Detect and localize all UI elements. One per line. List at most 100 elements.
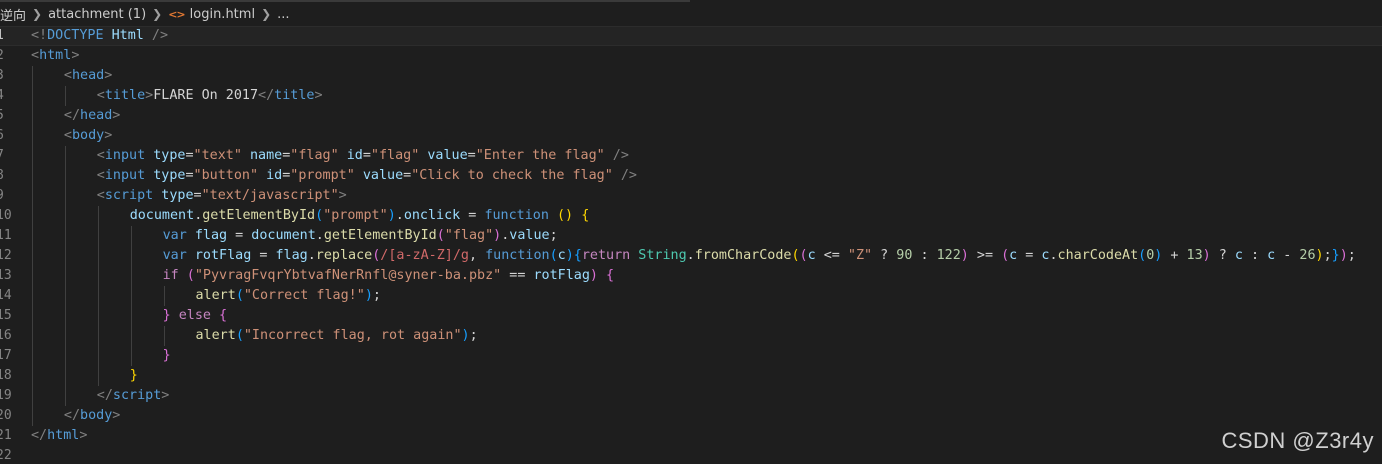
code-token: c (1009, 248, 1018, 263)
indent-guide (130, 346, 132, 366)
indent-guide (97, 326, 99, 346)
code-line[interactable]: 7<input type="text" name="flag" id="flag… (0, 146, 1382, 166)
code-token: > (112, 408, 121, 423)
line-number: 17 (0, 348, 12, 363)
code-editor[interactable]: 1<!DOCTYPE Html />2<html>3<head>4<title>… (0, 26, 1382, 464)
code-token: flag (194, 228, 228, 243)
indent-guide (64, 386, 66, 406)
indent-guide (97, 206, 99, 226)
code-token: { (573, 248, 582, 263)
code-text: <script type="text/javascript"> (97, 186, 347, 206)
code-line[interactable]: 22 (0, 446, 1382, 464)
code-token: <! (31, 28, 48, 43)
code-token: fromCharCode (694, 248, 792, 263)
code-token: = (1017, 248, 1042, 263)
code-line[interactable]: 18} (0, 366, 1382, 386)
breadcrumb-item-file[interactable]: <> login.html (168, 7, 255, 22)
code-token: "Correct flag!" (243, 288, 365, 303)
code-token: "prompt" (323, 208, 388, 223)
code-line[interactable]: 19 </script> (0, 386, 1382, 406)
code-token: "text" (193, 148, 242, 163)
indent-guide (64, 246, 66, 266)
indent-guide (32, 406, 33, 426)
code-token: script (104, 188, 162, 203)
code-text: <body> (64, 126, 112, 146)
code-token: = (185, 148, 194, 163)
code-text: var rotFlag = flag.replace(/[a-zA-Z]/g, … (163, 246, 1356, 266)
line-number: 5 (0, 106, 8, 126)
code-line[interactable]: 17} (0, 346, 1382, 366)
code-token: <= (815, 248, 848, 263)
code-token: = (460, 208, 485, 223)
indent-guide (32, 366, 33, 386)
code-token: } (162, 308, 171, 323)
indent-guide (32, 66, 33, 86)
indent-guide (64, 206, 66, 226)
breadcrumb-item-folder-root[interactable]: 逆向 (0, 5, 26, 24)
code-line[interactable]: 21 </html> (0, 426, 1382, 446)
code-text: </html> (31, 426, 87, 446)
code-token: input (104, 168, 154, 183)
code-line[interactable]: 13 if ("PyvragFvqrYbtvafNerRnfl@syner-ba.… (0, 266, 1382, 286)
code-token: getElementById (323, 228, 437, 243)
code-text: alert("Correct flag!"); (196, 286, 381, 306)
indent-guide (64, 266, 66, 286)
code-line[interactable]: 10document.getElementById("prompt").oncl… (0, 206, 1382, 226)
code-token: 26 (1299, 248, 1316, 263)
code-line[interactable]: 8<input type="button" id="prompt" value=… (0, 166, 1382, 186)
indent-guide (130, 306, 132, 326)
code-text: <input type="text" name="flag" id="flag"… (97, 146, 629, 166)
code-line[interactable]: 3 <head> (0, 66, 1382, 86)
code-token: document (251, 228, 316, 243)
code-line[interactable]: 9 <script type="text/javascript"> (0, 186, 1382, 206)
code-token: "Enter the flag" (475, 148, 605, 163)
code-line[interactable]: 2 <html> (0, 46, 1382, 66)
code-token: ; (549, 228, 558, 243)
code-token: </ (258, 88, 275, 103)
code-token: "Click to check the flag" (411, 168, 613, 183)
code-token: return (581, 248, 639, 263)
code-text: var flag = document.getElementById("flag… (163, 226, 558, 246)
code-token: 90 (896, 248, 913, 263)
code-line[interactable]: 15} else { (0, 306, 1382, 326)
indent-guide (97, 286, 99, 306)
code-line[interactable]: 4<title>FLARE On 2017</title> (0, 86, 1382, 106)
breadcrumb-item-folder-attachment[interactable]: attachment (1) (48, 7, 146, 22)
code-line[interactable]: 14 alert("Correct flag!"); (0, 286, 1382, 306)
code-line[interactable]: 11 var flag = document.getElementById("fl… (0, 226, 1382, 246)
code-token: } (162, 348, 171, 363)
indent-guide (32, 286, 33, 306)
indent-guide (64, 346, 66, 366)
code-token: c (1234, 248, 1243, 263)
breadcrumb-item-symbols[interactable]: ... (277, 7, 289, 22)
indent-guide (64, 326, 66, 346)
indent-guide (32, 146, 33, 166)
code-token: "Incorrect flag, rot again" (243, 328, 462, 343)
html-file-icon: <> (168, 7, 185, 21)
code-line[interactable]: 16 alert("Incorrect flag, rot again"); (0, 326, 1382, 346)
code-token: head (71, 68, 105, 83)
code-token: getElementById (202, 208, 316, 223)
code-token: title (274, 88, 315, 103)
code-line[interactable]: 20 </body> (0, 406, 1382, 426)
code-token: ) (565, 248, 574, 263)
code-token: > (79, 428, 88, 443)
code-token: else (170, 308, 220, 323)
code-token: , (468, 248, 486, 263)
code-token: . (686, 248, 695, 263)
code-token: Html (111, 28, 144, 43)
code-token: "flag" (370, 148, 420, 163)
code-token: = (362, 148, 371, 163)
code-line[interactable]: 5 </head> (0, 106, 1382, 126)
code-line[interactable]: 12var rotFlag = flag.replace(/[a-zA-Z]/g… (0, 246, 1382, 266)
indent-guide (32, 246, 33, 266)
code-text: } else { (163, 306, 228, 326)
code-token: ; (372, 288, 381, 303)
indent-guide (64, 366, 66, 386)
code-token: c (807, 248, 816, 263)
code-token: } (129, 368, 138, 383)
code-line[interactable]: 6 <body> (0, 126, 1382, 146)
code-line[interactable]: 1 <!DOCTYPE Html /> (0, 26, 1382, 46)
code-token: String (638, 248, 687, 263)
